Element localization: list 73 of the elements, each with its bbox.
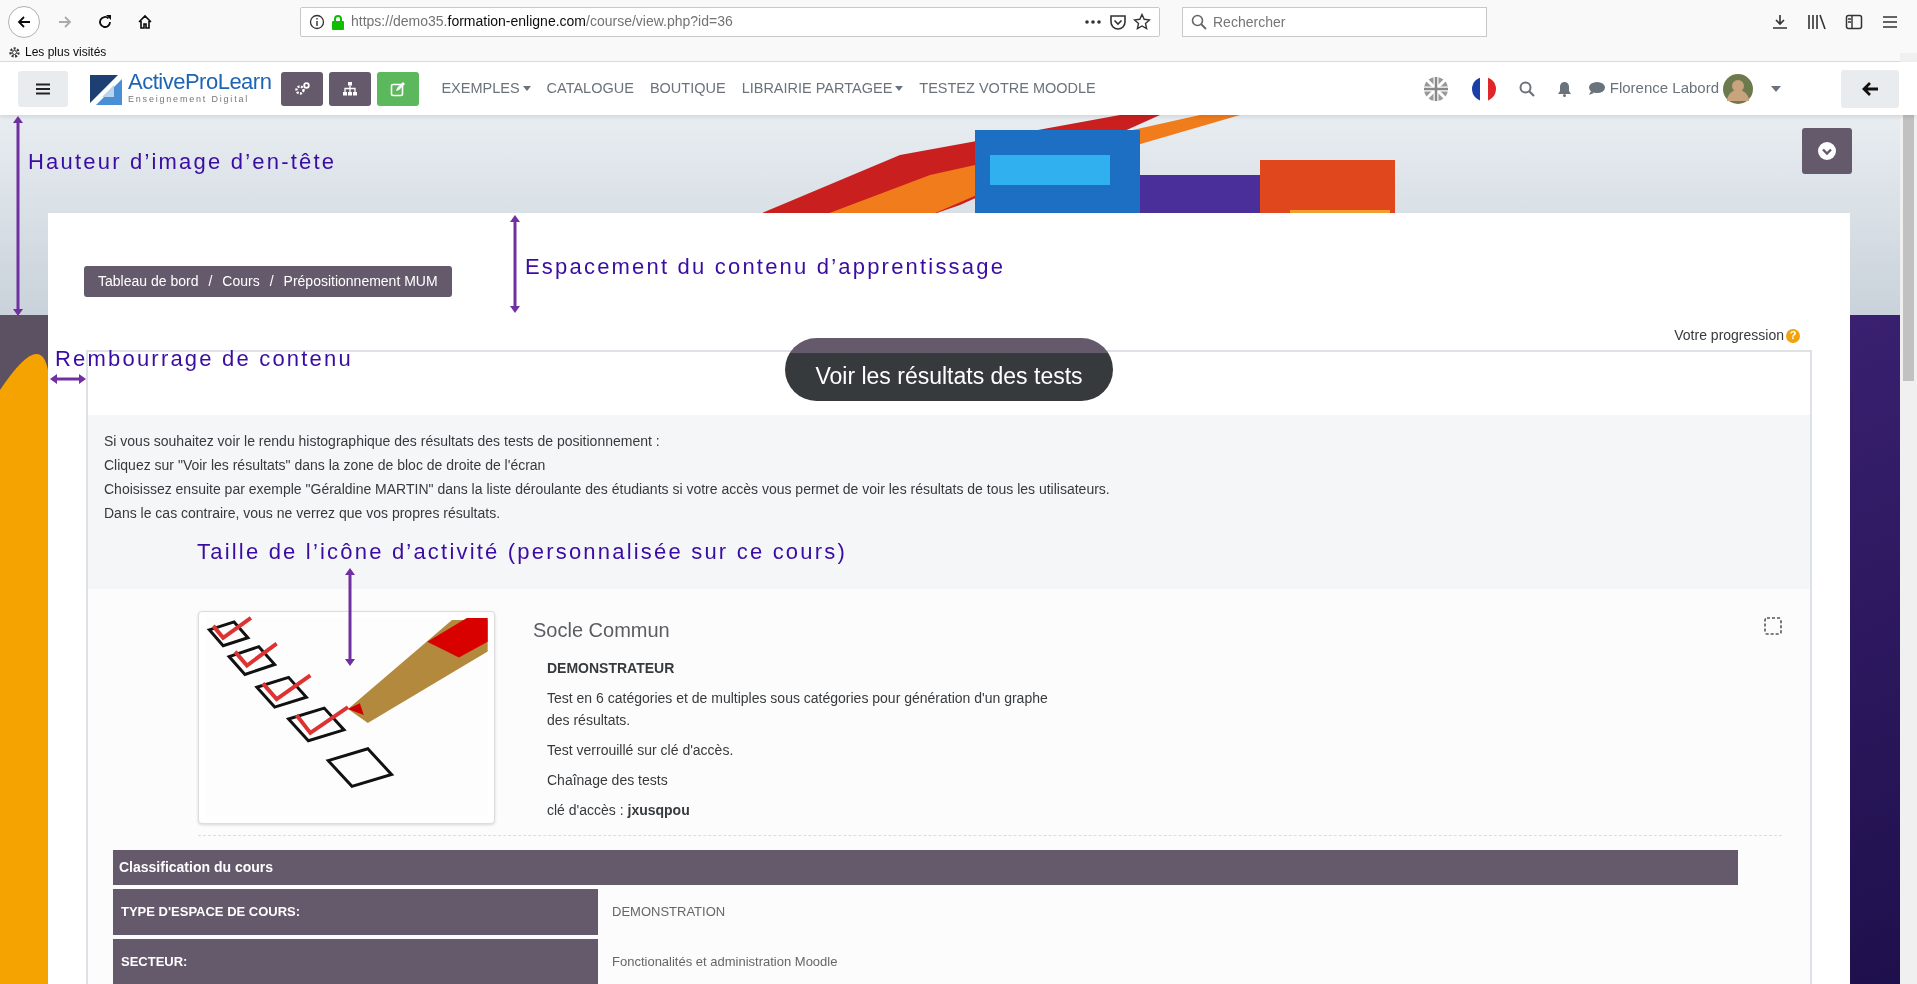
search-field[interactable]: Rechercher xyxy=(1182,6,1487,37)
sitemap-icon xyxy=(342,80,359,97)
bell-icon[interactable] xyxy=(1556,80,1572,97)
gears-icon xyxy=(294,80,311,97)
annotation-label: Espacement du contenu d’apprentissage xyxy=(525,253,1006,281)
menu-icon xyxy=(36,82,50,95)
classification-label: TYPE D'ESPACE DE COURS: xyxy=(113,889,598,935)
chat-bubble-icon[interactable] xyxy=(1587,81,1606,96)
bookmark-item[interactable]: Les plus visités xyxy=(8,43,107,61)
completion-checkbox-icon[interactable] xyxy=(1764,617,1782,635)
chevron-down-icon xyxy=(1818,142,1836,160)
annotation-label: Rembourrage de contenu xyxy=(55,345,353,373)
classification-header: Classification du cours xyxy=(113,850,1738,885)
activity-description: clé d'accès : jxusqpou xyxy=(547,801,691,820)
reload-icon xyxy=(97,13,113,30)
activity-description: Test verrouillé sur clé d'accès. xyxy=(547,741,735,760)
menu-button[interactable] xyxy=(18,70,68,107)
summary-text: Choisissez ensuite par exemple "Géraldine MARTIN" dans la liste déroulante des étudiants si votre accès vous permet de voir les résultats de tous les utilisateurs. xyxy=(104,480,1111,499)
caret-icon[interactable] xyxy=(895,86,904,91)
download-icon[interactable] xyxy=(1771,12,1789,31)
library-icon[interactable] xyxy=(1807,12,1827,31)
search-icon[interactable] xyxy=(1518,80,1535,97)
summary-text: Dans le cas contraire, vous ne verrez que vos propres résultats. xyxy=(104,504,502,523)
menu-link[interactable]: CATALOGUE xyxy=(538,77,642,100)
gears-button[interactable] xyxy=(281,71,324,106)
double-arrow xyxy=(50,371,86,387)
logo-tagline: Enseignement Digital xyxy=(128,92,251,106)
breadcrumb-link[interactable]: Cours xyxy=(222,271,260,292)
back-button[interactable] xyxy=(1841,69,1899,108)
avatar-icon[interactable] xyxy=(1723,73,1753,104)
activity-description: Chaînage des tests xyxy=(547,771,669,790)
activity-heading: DEMONSTRATEUR xyxy=(547,659,676,678)
info-icon xyxy=(309,13,325,30)
left-arrow-icon xyxy=(1862,81,1878,96)
progress-label: Votre progression xyxy=(1674,326,1784,345)
forward-arrow-icon xyxy=(57,13,73,30)
summary-text: Si vous souhaitez voir le rendu histographique des résultats des tests de positionnement : xyxy=(104,432,661,451)
classification-label: SECTEUR: xyxy=(113,938,598,984)
breadcrumb-link[interactable]: Prépositionnement MUM xyxy=(283,271,438,292)
annotation-label: Hauteur d’image d’en-tête xyxy=(28,148,337,176)
collapse-button[interactable] xyxy=(1802,128,1852,174)
star-icon[interactable] xyxy=(1133,12,1151,31)
gear-icon xyxy=(8,45,21,59)
activity-description: Test en 6 catégories et de multiples sous catégories pour génération d'un graphe des résultats. xyxy=(547,689,1049,730)
pocket-icon[interactable] xyxy=(1109,12,1127,31)
caret-icon[interactable] xyxy=(522,86,531,91)
menu-link[interactable]: TESTEZ VOTRE MOODLE xyxy=(911,77,1104,100)
lock-icon xyxy=(331,13,345,30)
address-bar[interactable]: https://demo35.formation-enligne.com/course/view.php?id=36 xyxy=(300,6,1160,37)
back-arrow-icon xyxy=(16,13,32,30)
back-button[interactable] xyxy=(8,5,40,38)
scrollbar[interactable] xyxy=(1900,53,1917,984)
annotation-label: Taille de l’icône d’activité (personnalisée sur ce cours) xyxy=(197,538,847,566)
home-icon xyxy=(137,13,153,30)
edit-icon xyxy=(390,80,407,97)
menu-link[interactable]: BOUTIQUE xyxy=(641,77,734,100)
user-name[interactable]: Florence Labord xyxy=(1609,77,1719,100)
classification-value: DEMONSTRATION xyxy=(611,903,727,921)
search-icon xyxy=(1191,13,1207,30)
breadcrumb-separator: / xyxy=(208,272,213,291)
sitemap-button[interactable] xyxy=(329,71,372,106)
classification-value: Fonctionalités et administration Moodle xyxy=(611,952,839,971)
activity-title[interactable]: Socle Commun xyxy=(533,615,1053,645)
summary-text: Cliquez sur "Voir les résultats" dans la zone de bloc de droite de l'écran xyxy=(104,456,547,475)
logo-text: ActiveProLearn xyxy=(128,70,272,93)
menu-link[interactable]: LIBRAIRIE PARTAGEE xyxy=(733,77,893,100)
section-title: Voir les résultats des tests xyxy=(785,338,1113,401)
breadcrumb-separator: / xyxy=(269,272,274,291)
menu-link[interactable]: EXEMPLES xyxy=(433,77,520,100)
url-text: https://demo35.formation-enligne.com/course/view.php?id=36 xyxy=(351,12,733,31)
sidebar-icon[interactable] xyxy=(1845,12,1863,31)
caret-icon[interactable] xyxy=(1771,85,1781,92)
breadcrumb-link[interactable]: Tableau de bord xyxy=(98,271,199,292)
